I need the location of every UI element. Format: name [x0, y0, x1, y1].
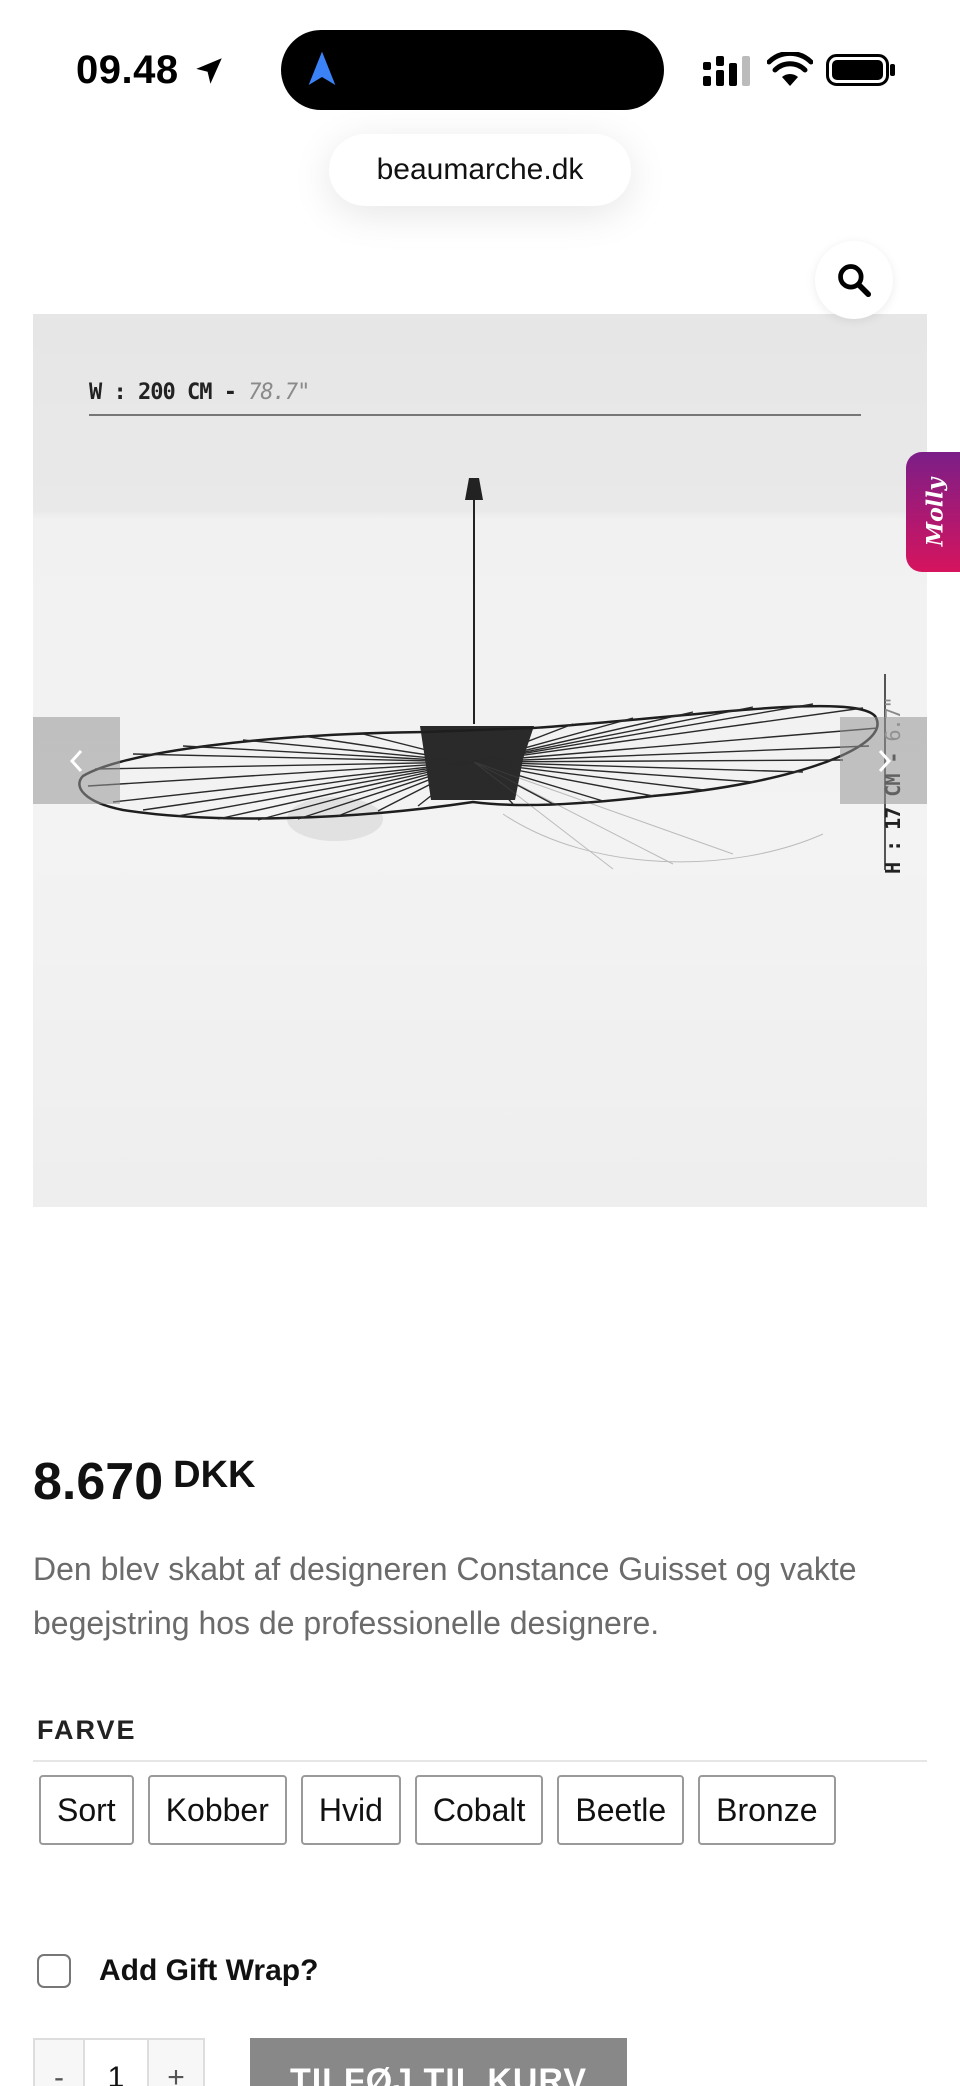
location-arrow-icon: [196, 58, 222, 84]
gift-wrap-label: Add Gift Wrap?: [99, 1954, 319, 1987]
quantity-stepper: - 1 +: [33, 2038, 205, 2086]
color-option-cobalt[interactable]: Cobalt: [414, 1775, 544, 1845]
color-options: Sort Kobber Hvid Cobalt Beetle Bronze: [39, 1775, 836, 1845]
gift-wrap-option[interactable]: Add Gift Wrap?: [37, 1954, 318, 1988]
chevron-left-icon: [69, 749, 82, 772]
dynamic-island: [281, 30, 664, 110]
chevron-right-icon: [878, 749, 891, 772]
price-currency: DKK: [173, 1454, 256, 1496]
navigation-icon: [308, 51, 336, 85]
previous-image-button[interactable]: [33, 717, 120, 804]
quantity-increase-button[interactable]: +: [149, 2040, 203, 2086]
next-image-button[interactable]: [840, 717, 927, 804]
status-bar: 09.48: [0, 0, 960, 130]
search-icon: [838, 264, 872, 298]
color-option-hvid[interactable]: Hvid: [300, 1775, 401, 1845]
url-bar[interactable]: beaumarche.dk: [329, 134, 631, 206]
search-button[interactable]: [815, 241, 893, 319]
color-option-beetle[interactable]: Beetle: [557, 1775, 685, 1845]
quantity-input[interactable]: 1: [83, 2040, 149, 2086]
quantity-decrease-button[interactable]: -: [35, 2040, 83, 2086]
gift-wrap-checkbox[interactable]: [37, 1954, 71, 1988]
color-label: FARVE: [37, 1715, 137, 1745]
color-option-kobber[interactable]: Kobber: [147, 1775, 287, 1845]
cellular-signal-icon: [703, 56, 750, 86]
product-description: Den blev skabt af designeren Constance G…: [33, 1551, 857, 1641]
chat-widget-tab[interactable]: Molly: [906, 452, 960, 572]
color-option-bronze[interactable]: Bronze: [698, 1775, 836, 1845]
lamp-illustration: [78, 414, 886, 870]
color-option-sort[interactable]: Sort: [39, 1775, 134, 1845]
status-time: 09.48: [76, 48, 179, 92]
width-dimension-label: W : 200 CM - 78.7": [89, 380, 310, 405]
product-price: 8.670 DKK: [33, 1452, 255, 1512]
wifi-icon: [767, 52, 813, 86]
price-amount: 8.670: [33, 1453, 164, 1511]
chat-widget-label: Molly: [922, 477, 948, 547]
color-divider: [33, 1760, 927, 1762]
add-to-cart-button[interactable]: TILFØJ TIL KURV: [250, 2038, 627, 2086]
battery-icon: [826, 54, 895, 86]
product-image[interactable]: W : 200 CM - 78.7" H : 17 CM - 6.7": [33, 314, 927, 1207]
